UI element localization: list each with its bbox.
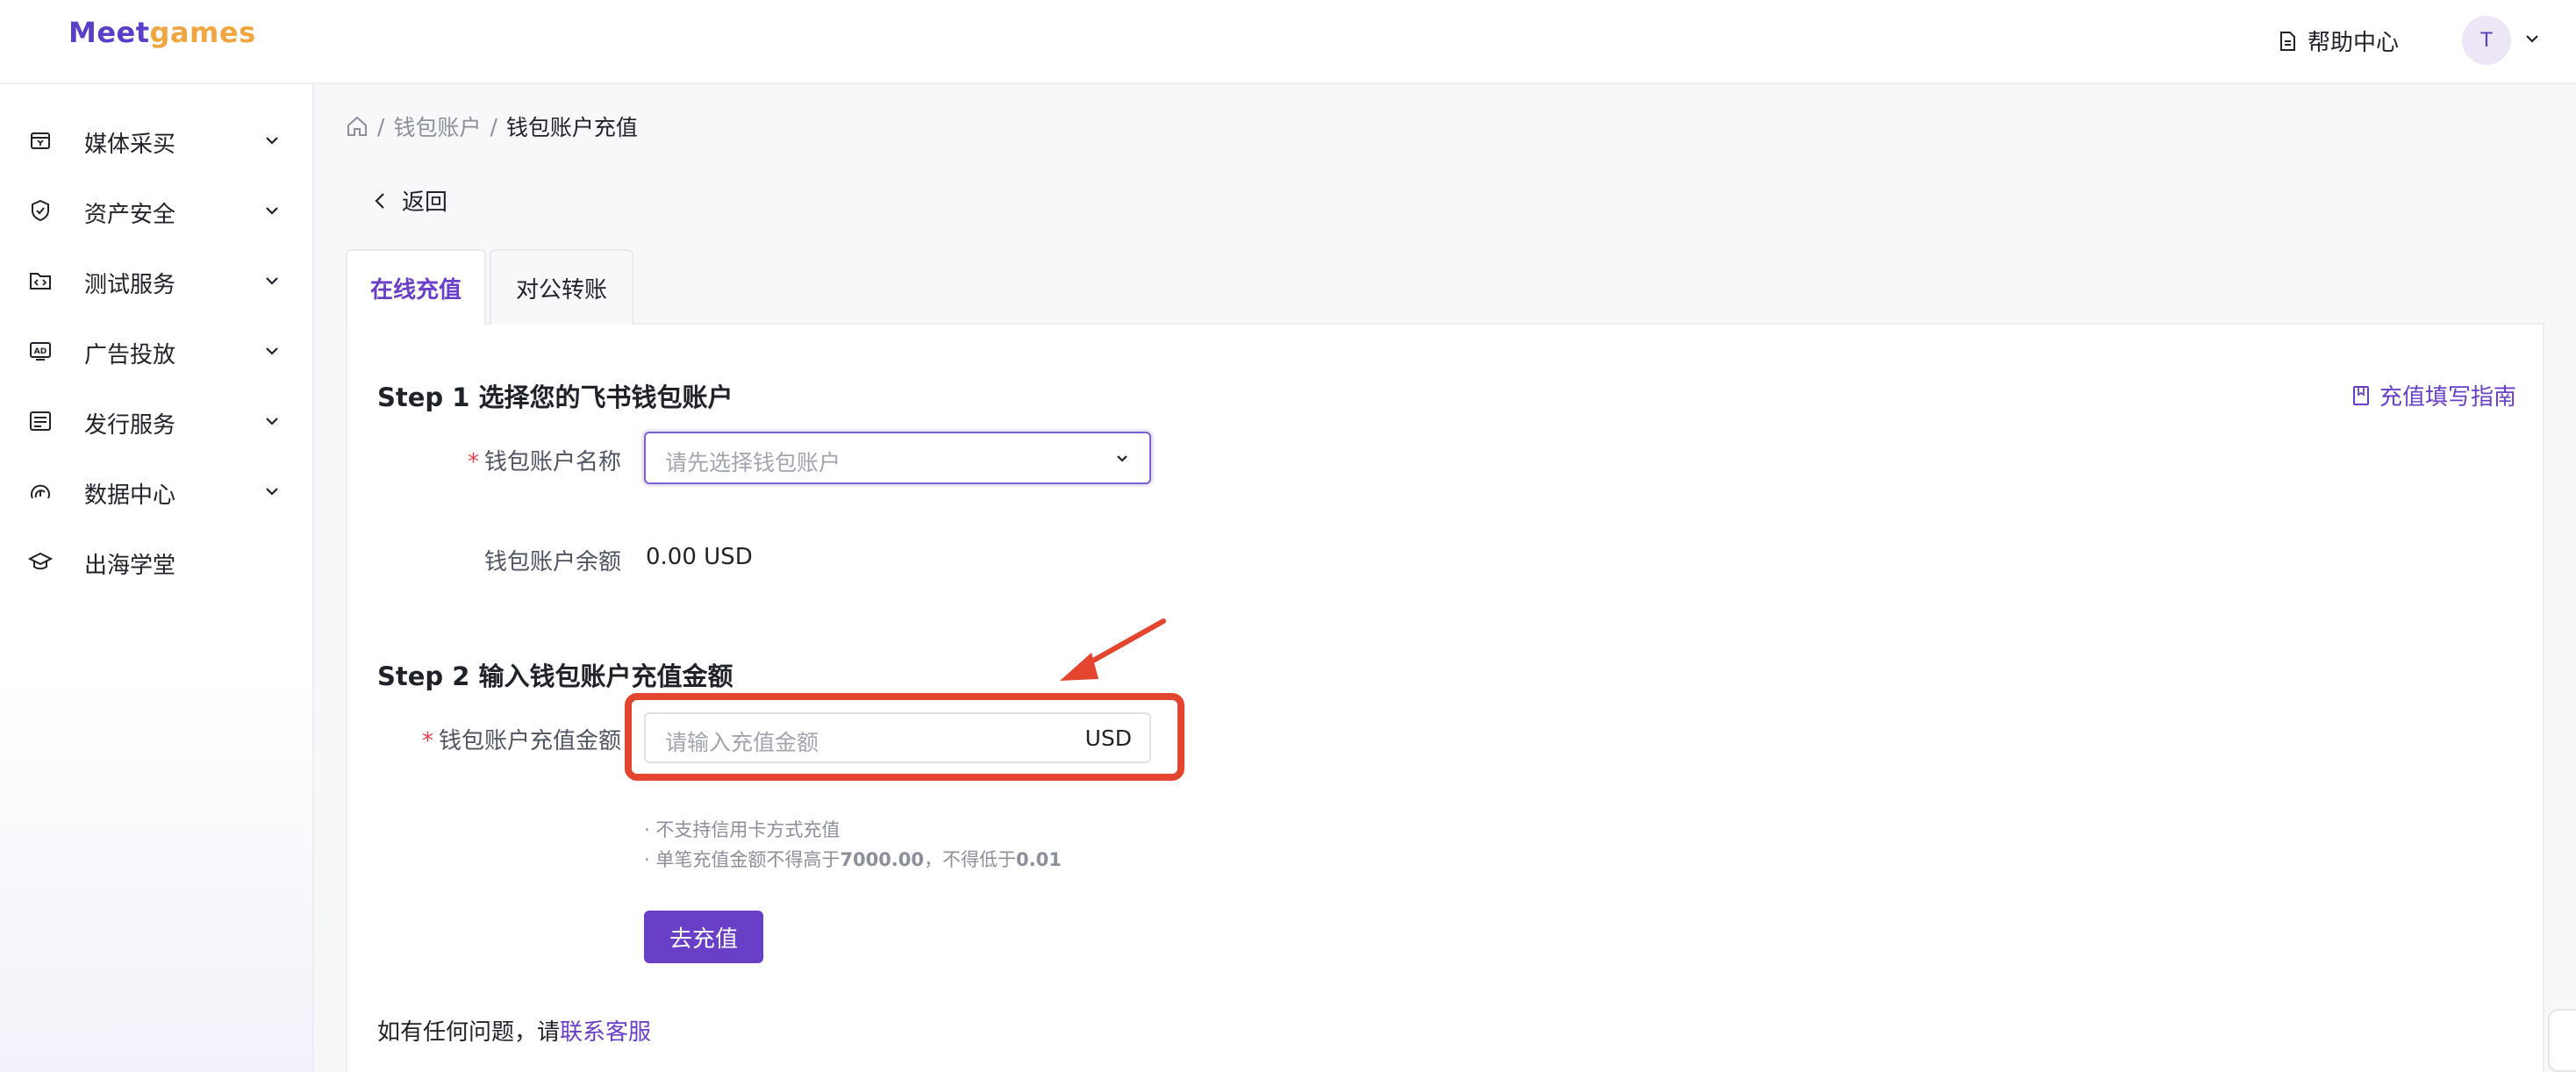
wallet-balance-value: 0.00 USD [646,544,753,570]
document-icon [2280,31,2295,51]
sidebar: 媒体采买 资产安全 测试服务 AD 广告投放 发行服务 数据中心 出海学堂 [0,84,314,1072]
sidebar-item-ad-delivery[interactable]: AD 广告投放 [0,325,314,377]
breadcrumb-wallet-account[interactable]: 钱包账户 [393,111,481,142]
step2-title: Step 2 输入钱包账户充值金额 [377,661,733,691]
required-mark: * [467,449,479,475]
recharge-amount-label: * 钱包账户充值金额 [421,728,621,754]
breadcrumb-separator: / [490,113,497,139]
floating-side-tab[interactable] [2548,1009,2576,1072]
sidebar-item-testing-service[interactable]: 测试服务 [0,254,314,307]
chevron-down-icon [266,418,278,425]
chevron-down-icon [1117,455,1127,462]
contact-support-text: 如有任何问题，请联系客服 [377,1019,652,1046]
chevron-down-icon [266,488,278,496]
breadcrumb: / 钱包账户 / 钱包账户充值 [346,111,638,142]
help-center-link[interactable]: 帮助中心 [2278,25,2399,57]
shield-icon [32,199,49,222]
home-icon[interactable] [346,115,369,138]
meetgames-logo[interactable]: Meetgames [68,16,256,49]
shopping-bag-icon [31,132,50,149]
required-mark: * [421,728,433,754]
sidebar-item-label: 发行服务 [84,412,176,439]
recharge-guide-link[interactable]: 充值填写指南 [2351,379,2516,411]
sidebar-item-label: 广告投放 [84,342,176,368]
sidebar-item-publishing-service[interactable]: 发行服务 [0,395,314,447]
sidebar-item-label: 测试服务 [84,272,176,298]
sidebar-item-media-buying[interactable]: 媒体采买 [0,114,314,167]
gauge-icon [31,484,50,499]
recharge-guide-label: 充值填写指南 [2379,384,2517,411]
annotation-highlight-box [625,693,1184,781]
recharge-submit-button[interactable]: 去充值 [644,911,763,963]
help-center-label: 帮助中心 [2308,30,2400,56]
sidebar-item-label: 媒体采买 [84,132,176,158]
sidebar-item-data-center[interactable]: 数据中心 [0,465,314,518]
top-header: Meetgames 帮助中心 T [0,0,2576,84]
book-icon [2353,385,2369,405]
wallet-balance-label: 钱包账户余额 [483,549,621,575]
code-folder-icon [30,273,51,289]
wallet-account-name-label: * 钱包账户名称 [467,449,621,475]
avatar[interactable]: T [2462,16,2511,65]
sidebar-item-academy[interactable]: 出海学堂 [0,535,314,588]
note-amount-limit: · 单笔充值金额不得高于7000.00，不得低于0.01 [644,849,1062,870]
back-label: 返回 [402,189,448,216]
sidebar-item-label: 出海学堂 [84,553,176,579]
sidebar-item-label: 数据中心 [84,482,176,509]
sidebar-item-asset-security[interactable]: 资产安全 [0,184,314,237]
note-no-credit-card: · 不支持信用卡方式充值 [644,819,841,840]
sidebar-item-label: 资产安全 [84,202,176,228]
svg-text:AD: AD [34,347,47,356]
chevron-left-icon [375,192,384,209]
graduation-cap-icon [28,552,53,570]
annotation-arrow-icon [1060,618,1166,681]
publish-icon [30,411,51,431]
ad-icon: AD [30,342,51,361]
step1-title: Step 1 选择您的飞书钱包账户 [377,382,733,412]
tab-online-recharge[interactable]: 在线充值 [346,249,486,325]
chevron-down-icon [266,347,278,355]
chevron-down-icon [266,277,278,285]
back-button[interactable]: 返回 [372,184,447,217]
tab-corporate-transfer[interactable]: 对公转账 [490,249,633,325]
chevron-down-icon [266,137,278,145]
wallet-account-select[interactable]: 请先选择钱包账户 [644,432,1151,484]
chevron-down-icon[interactable] [2523,30,2541,47]
breadcrumb-separator: / [377,113,385,139]
contact-support-link[interactable]: 联系客服 [560,1019,651,1046]
chevron-down-icon [266,207,278,215]
breadcrumb-current: 钱包账户充值 [505,115,638,140]
select-placeholder: 请先选择钱包账户 [665,450,841,475]
